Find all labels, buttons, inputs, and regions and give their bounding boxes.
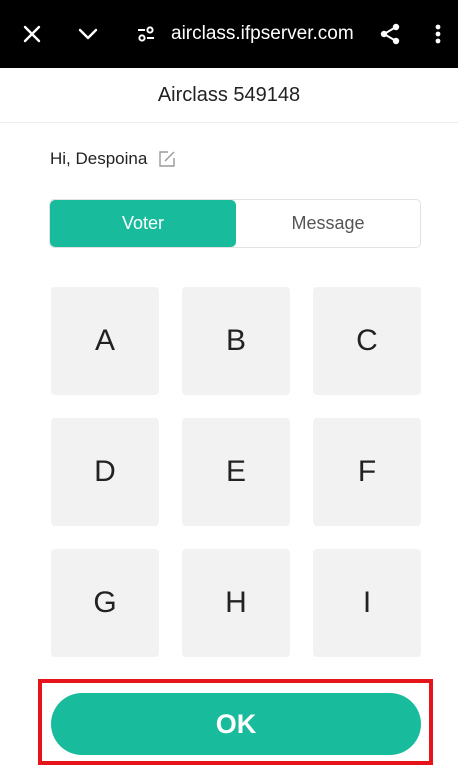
choice-a-button[interactable]: A [51, 287, 159, 395]
close-icon[interactable] [14, 0, 50, 68]
ok-button[interactable]: OK [51, 693, 421, 755]
more-vert-icon[interactable] [420, 0, 456, 68]
greeting-text: Hi, Despoina [50, 149, 148, 168]
browser-toolbar: airclass.ifpserver.com [0, 0, 458, 68]
site-settings-icon[interactable] [128, 0, 164, 68]
choice-c-button[interactable]: C [313, 287, 421, 395]
greeting: Hi, Despoina [50, 146, 177, 172]
choice-g-button[interactable]: G [51, 549, 159, 657]
url-display[interactable]: airclass.ifpserver.com [171, 0, 354, 68]
choice-d-button[interactable]: D [51, 418, 159, 526]
choice-b-button[interactable]: B [182, 287, 290, 395]
choice-e-button[interactable]: E [182, 418, 290, 526]
page-title: Airclass 549148 [0, 68, 458, 123]
tab-message[interactable]: Message [236, 200, 420, 247]
choice-f-button[interactable]: F [313, 418, 421, 526]
mode-tabs: Voter Message [49, 199, 421, 248]
edit-icon[interactable] [157, 149, 177, 169]
share-icon[interactable] [372, 0, 408, 68]
choice-i-button[interactable]: I [313, 549, 421, 657]
tab-voter[interactable]: Voter [50, 200, 236, 247]
choice-h-button[interactable]: H [182, 549, 290, 657]
choice-grid: A B C D E F G H I [51, 287, 421, 657]
chevron-down-icon[interactable] [70, 0, 106, 68]
